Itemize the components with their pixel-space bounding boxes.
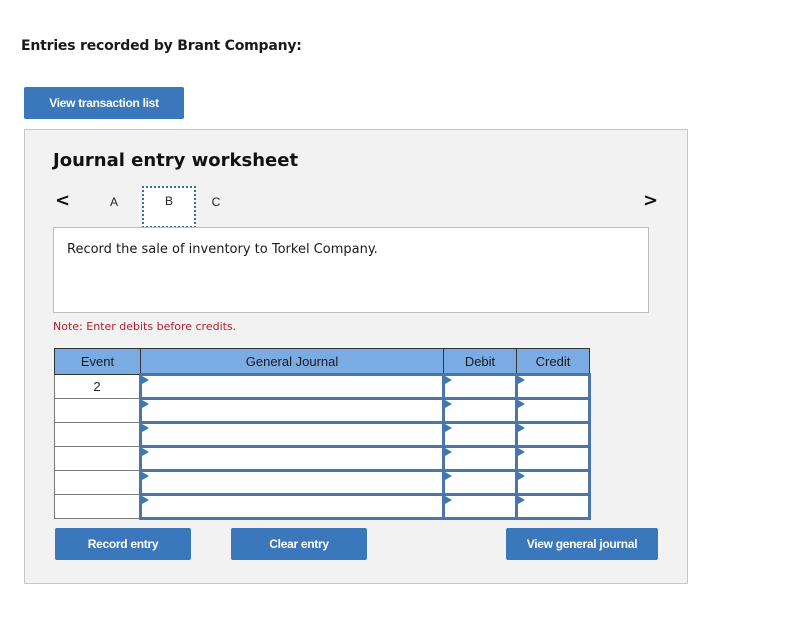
event-cell <box>54 470 141 495</box>
debit-input[interactable] <box>442 373 518 400</box>
event-cell <box>54 398 141 423</box>
dropdown-marker-icon <box>445 424 452 432</box>
table-row <box>54 421 591 448</box>
dropdown-marker-icon <box>445 376 452 384</box>
dropdown-marker-icon <box>445 496 452 504</box>
table-row: 2 <box>54 373 591 400</box>
dropdown-marker-icon <box>142 424 149 432</box>
record-entry-button[interactable]: Record entry <box>55 528 191 560</box>
table-row <box>54 445 591 472</box>
dropdown-marker-icon <box>142 472 149 480</box>
credit-input[interactable] <box>515 445 591 472</box>
event-cell <box>54 494 141 519</box>
dropdown-marker-icon <box>142 448 149 456</box>
dropdown-marker-icon <box>445 472 452 480</box>
dropdown-marker-icon <box>518 472 525 480</box>
account-input[interactable] <box>139 445 445 472</box>
debit-input[interactable] <box>442 421 518 448</box>
worksheet-title: Journal entry worksheet <box>53 150 299 171</box>
column-header-event: Event <box>54 348 141 375</box>
dropdown-marker-icon <box>445 448 452 456</box>
column-header-credit: Credit <box>516 348 590 375</box>
credit-input[interactable] <box>515 397 591 424</box>
event-cell: 2 <box>54 374 141 399</box>
clear-entry-button[interactable]: Clear entry <box>231 528 367 560</box>
credit-input[interactable] <box>515 493 591 520</box>
dropdown-marker-icon <box>518 400 525 408</box>
column-header-debit: Debit <box>443 348 517 375</box>
transaction-description: Record the sale of inventory to Torkel C… <box>67 242 378 257</box>
tab-c[interactable]: C <box>190 187 242 229</box>
table-row <box>54 493 591 520</box>
tab-a[interactable]: A <box>88 187 140 229</box>
debit-input[interactable] <box>442 397 518 424</box>
account-input[interactable] <box>139 469 445 496</box>
dropdown-marker-icon <box>445 400 452 408</box>
transaction-description-box: Record the sale of inventory to Torkel C… <box>53 227 649 313</box>
tab-b[interactable]: B <box>142 186 196 228</box>
dropdown-marker-icon <box>142 400 149 408</box>
dropdown-marker-icon <box>518 424 525 432</box>
dropdown-marker-icon <box>142 376 149 384</box>
debit-input[interactable] <box>442 493 518 520</box>
dropdown-marker-icon <box>518 496 525 504</box>
table-row <box>54 469 591 496</box>
dropdown-marker-icon <box>518 376 525 384</box>
account-input[interactable] <box>139 493 445 520</box>
event-cell <box>54 446 141 471</box>
account-input[interactable] <box>139 373 445 400</box>
chevron-left-icon[interactable]: < <box>55 190 70 211</box>
dropdown-marker-icon <box>518 448 525 456</box>
table-row <box>54 397 591 424</box>
event-cell <box>54 422 141 447</box>
view-transaction-list-button[interactable]: View transaction list <box>24 87 184 119</box>
column-header-general-journal: General Journal <box>140 348 444 375</box>
credit-input[interactable] <box>515 373 591 400</box>
page-heading: Entries recorded by Brant Company: <box>21 38 302 54</box>
view-general-journal-button[interactable]: View general journal <box>506 528 658 560</box>
debit-input[interactable] <box>442 445 518 472</box>
account-input[interactable] <box>139 421 445 448</box>
chevron-right-icon[interactable]: > <box>643 190 658 211</box>
journal-table: Event General Journal Debit Credit 2 <box>54 348 591 520</box>
journal-entry-worksheet-panel: Journal entry worksheet < A B C > Record… <box>24 129 688 584</box>
debit-credit-note: Note: Enter debits before credits. <box>53 320 237 333</box>
account-input[interactable] <box>139 397 445 424</box>
credit-input[interactable] <box>515 469 591 496</box>
table-header-row: Event General Journal Debit Credit <box>54 348 590 375</box>
dropdown-marker-icon <box>142 496 149 504</box>
debit-input[interactable] <box>442 469 518 496</box>
credit-input[interactable] <box>515 421 591 448</box>
